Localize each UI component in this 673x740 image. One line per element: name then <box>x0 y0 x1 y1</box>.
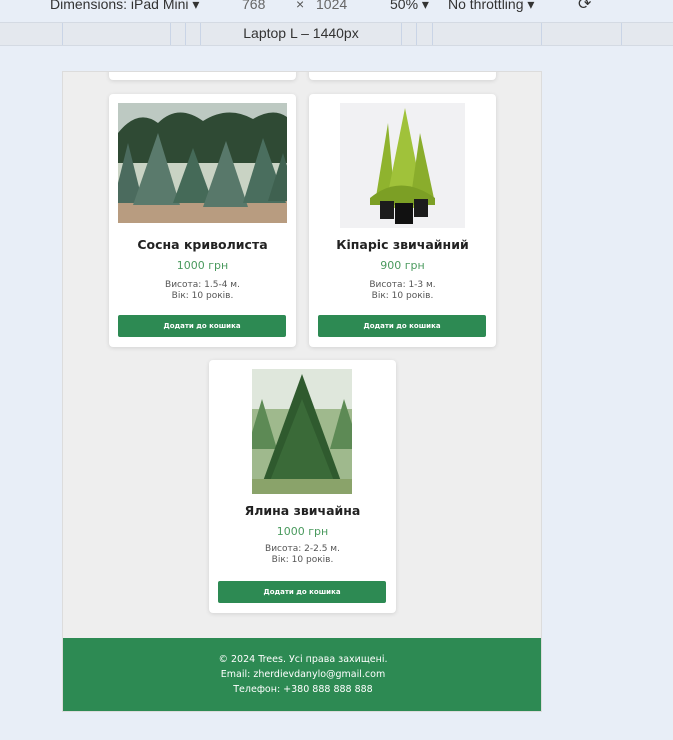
rotate-icon[interactable]: ⟳ <box>578 0 591 14</box>
product-card: Ялина звичайна 1000 грн Висота: 2-2.5 м.… <box>209 360 396 613</box>
product-height: Висота: 1-3 м. <box>369 280 436 290</box>
page-viewport: Сосна криволиста 1000 грн Висота: 1.5-4 … <box>62 71 542 712</box>
product-price: 1000 грн <box>176 259 229 272</box>
zoom-select[interactable]: 50% ▾ <box>390 0 429 13</box>
add-to-cart-button[interactable]: Додати до кошика <box>218 581 386 603</box>
footer-email[interactable]: Email: zherdievdanylo@gmail.com <box>63 669 541 680</box>
throttling-select[interactable]: No throttling ▾ <box>448 0 534 13</box>
width-input[interactable]: 768 <box>242 0 265 12</box>
product-image-spruce <box>252 369 352 494</box>
add-to-cart-button[interactable]: Додати до кошика <box>118 315 286 337</box>
footer-copyright: © 2024 Trees. Усі права захищені. <box>218 654 388 665</box>
media-query-label[interactable]: Laptop L – 1440px <box>0 25 602 41</box>
product-age: Вік: 10 років. <box>171 291 234 301</box>
site-footer: © 2024 Trees. Усі права захищені. Email:… <box>63 638 541 711</box>
dimensions-select[interactable]: Dimensions: iPad Mini ▾ <box>50 0 199 13</box>
product-height: Висота: 2-2.5 м. <box>265 544 340 554</box>
product-name: Ялина звичайна <box>244 503 361 518</box>
product-price: 1000 грн <box>276 525 329 538</box>
product-image-cypress <box>340 103 465 228</box>
product-details: Висота: 1.5-4 м. Вік: 10 років. <box>109 280 296 302</box>
height-input[interactable]: 1024 <box>316 0 347 12</box>
footer-phone[interactable]: Телефон: +380 888 888 888 <box>63 684 541 695</box>
product-name: Сосна криволиста <box>137 237 268 252</box>
product-details: Висота: 2-2.5 м. Вік: 10 років. <box>209 544 396 566</box>
product-card-partial <box>309 72 496 80</box>
product-image-pine <box>118 103 287 223</box>
media-query-bar: Laptop L – 1440px <box>0 22 673 46</box>
times-glyph: × <box>296 0 305 12</box>
product-age: Вік: 10 років. <box>271 555 334 565</box>
product-card: Кіпаріс звичайний 900 грн Висота: 1-3 м.… <box>309 94 496 347</box>
product-age: Вік: 10 років. <box>371 291 434 301</box>
product-card-partial <box>109 72 296 80</box>
add-to-cart-button[interactable]: Додати до кошика <box>318 315 486 337</box>
product-card: Сосна криволиста 1000 грн Висота: 1.5-4 … <box>109 94 296 347</box>
devtools-toolbar: Dimensions: iPad Mini ▾ 768 × 1024 50% ▾… <box>0 0 673 22</box>
product-name: Кіпаріс звичайний <box>336 237 469 252</box>
product-price: 900 грн <box>380 259 425 272</box>
product-height: Висота: 1.5-4 м. <box>165 280 240 290</box>
product-details: Висота: 1-3 м. Вік: 10 років. <box>309 280 496 302</box>
